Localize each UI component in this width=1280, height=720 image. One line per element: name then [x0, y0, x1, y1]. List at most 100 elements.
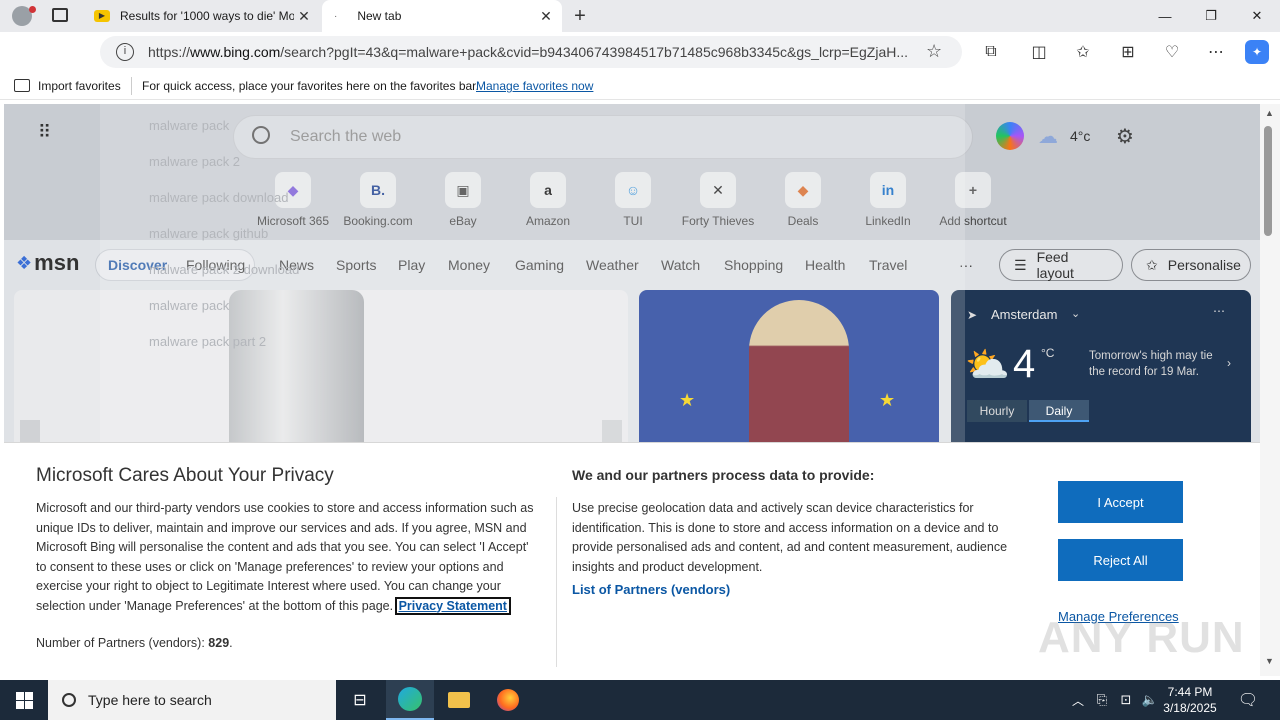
more-menu-icon[interactable]: ⋯ — [1204, 40, 1228, 64]
loading-icon: · — [334, 10, 338, 22]
personalise-button[interactable]: ✩ Personalise — [1131, 249, 1251, 281]
tab-daily[interactable]: Daily — [1029, 400, 1089, 422]
edge-taskbar-icon[interactable] — [386, 680, 434, 720]
feed-layout-button[interactable]: ☰ Feed layout — [999, 249, 1123, 281]
ghost-suggestion: malware pack github — [149, 226, 269, 241]
tab-title: New tab — [357, 9, 402, 23]
info-icon[interactable]: i — [116, 43, 134, 61]
weather-card[interactable]: ➤ Amsterdam ⌄ ⋯ ⛅ 4 °C Tomorrow's high m… — [951, 290, 1251, 450]
collections-icon[interactable]: ⊞ — [1116, 40, 1140, 64]
volume-icon[interactable]: 🔈 — [1138, 680, 1162, 720]
privacy-consent-panel: Microsoft Cares About Your Privacy Micro… — [4, 442, 1260, 676]
tab-new-tab[interactable]: · New tab ✕ — [322, 0, 562, 32]
data-purposes-title: We and our partners process data to prov… — [572, 467, 875, 483]
app-launcher-icon[interactable]: ⠿ — [38, 123, 58, 148]
minimize-icon[interactable]: — — [1142, 0, 1188, 32]
location-arrow-icon: ➤ — [967, 308, 978, 322]
favorite-star-icon[interactable]: ☆ — [926, 41, 942, 62]
tray-device-icon[interactable]: ⎘ — [1090, 680, 1114, 720]
tab-actions-icon[interactable] — [52, 8, 68, 22]
favorites-bar: Import favorites For quick access, place… — [0, 72, 1280, 100]
favorites-hint: For quick access, place your favorites h… — [142, 79, 479, 93]
task-view-icon[interactable]: ⊟ — [336, 680, 384, 720]
privacy-title: Microsoft Cares About Your Privacy — [36, 465, 334, 486]
weather-temp: 4 — [1013, 342, 1036, 386]
list-of-partners-link[interactable]: List of Partners (vendors) — [572, 582, 730, 597]
clock-time: 7:44 PM — [1167, 685, 1213, 699]
weather-unit: °C — [1041, 346, 1055, 360]
privacy-body: Microsoft and our third-party vendors us… — [36, 499, 541, 616]
close-window-icon[interactable]: ✕ — [1234, 0, 1280, 32]
clock-date: 3/18/2025 — [1163, 701, 1217, 715]
panel-divider — [556, 497, 557, 667]
close-tab-icon[interactable]: ✕ — [294, 8, 314, 25]
taskbar-search-input[interactable]: Type here to search — [88, 692, 212, 708]
feed-layout-label: Feed layout — [1036, 249, 1074, 281]
windows-start-icon[interactable] — [0, 680, 48, 720]
privacy-statement-link[interactable]: Privacy Statement — [394, 596, 511, 615]
partners-count-line: Number of Partners (vendors): 829. — [36, 636, 233, 650]
taskbar-search-box[interactable]: Type here to search — [48, 680, 336, 720]
weather-city[interactable]: Amsterdam — [991, 307, 1057, 322]
copilot-icon[interactable] — [996, 122, 1024, 150]
file-explorer-icon[interactable] — [435, 680, 483, 720]
tray-chevron-icon[interactable]: ︿ — [1066, 680, 1090, 720]
accept-button[interactable]: I Accept — [1058, 481, 1183, 523]
import-favorites-button[interactable]: Import favorites — [38, 79, 121, 93]
msn-logo[interactable]: ❖ msn — [16, 250, 79, 276]
search-icon — [62, 693, 76, 707]
anyrun-watermark: ANY RUN — [1038, 613, 1245, 662]
ghost-suggestion: malware pack 2 download — [149, 262, 300, 277]
privacy-text: Microsoft and our third-party vendors us… — [36, 501, 534, 613]
chevron-right-icon[interactable]: › — [1227, 356, 1231, 370]
reject-all-button[interactable]: Reject All — [1058, 539, 1183, 581]
scroll-down-icon[interactable]: ▼ — [1265, 656, 1274, 666]
favbar-divider — [131, 77, 132, 95]
address-bar[interactable]: i https://www.bing.com/search?pgIt=43&q=… — [100, 36, 962, 68]
weather-note[interactable]: Tomorrow's high may tie the record for 1… — [1089, 348, 1221, 380]
weather-more-icon[interactable]: ⋯ — [1213, 304, 1225, 318]
partly-cloudy-icon: ⛅ — [965, 344, 1010, 385]
weather-cloud-icon[interactable]: ☁ — [1038, 124, 1058, 149]
manage-favorites-link[interactable]: Manage favorites now — [476, 79, 593, 93]
ghost-suggestion: malware pack 2 — [149, 154, 241, 169]
copilot-icon[interactable]: ✦ — [1245, 40, 1269, 64]
url-text[interactable]: https://www.bing.com/search?pgIt=43&q=ma… — [148, 44, 928, 60]
url-scheme: https:// — [148, 44, 191, 60]
scroll-thumb[interactable] — [1264, 126, 1272, 236]
ghost-suggestion: malware pack — [149, 298, 230, 313]
data-purposes-body: Use precise geolocation data and activel… — [572, 501, 1008, 574]
close-tab-icon[interactable]: ✕ — [536, 8, 556, 25]
header-temperature[interactable]: 4°c — [1070, 128, 1090, 144]
page-scrollbar[interactable]: ▲ ▼ — [1260, 104, 1280, 676]
msn-wordmark: msn — [34, 250, 80, 275]
settings-gear-icon[interactable]: ⚙ — [1116, 124, 1134, 149]
feed-layout-icon: ☰ — [1014, 256, 1027, 273]
new-tab-icon[interactable]: + — [568, 4, 592, 28]
split-screen-icon[interactable]: ◫ — [1027, 40, 1051, 64]
url-host: www.bing.com — [190, 44, 281, 60]
restore-icon[interactable]: ❐ — [1188, 0, 1234, 32]
firefox-icon[interactable] — [484, 680, 532, 720]
carousel-prev-icon[interactable] — [20, 420, 40, 444]
personalise-label: Personalise — [1167, 257, 1241, 273]
taskbar-clock[interactable]: 7:44 PM 3/18/2025 — [1160, 684, 1220, 716]
chevron-down-icon[interactable]: ⌄ — [1071, 307, 1080, 320]
extensions-icon[interactable]: ⧉ — [979, 40, 1003, 64]
title-bar: ▶ Results for '1000 ways to die' Mo ✕ · … — [0, 0, 1280, 32]
scroll-up-icon[interactable]: ▲ — [1265, 108, 1274, 118]
msn-butterfly-icon: ❖ — [16, 252, 33, 273]
partners-label: Number of Partners (vendors): — [36, 636, 205, 650]
performance-icon[interactable]: ♡ — [1160, 40, 1184, 64]
ghost-suggestion: malware pack download — [149, 190, 289, 205]
ghost-suggestion: malware pack part 2 — [149, 334, 267, 349]
url-path: /search?pgIt=43&q=malware+pack&cvid=b943… — [280, 44, 909, 60]
notifications-icon[interactable]: 🗨 — [1228, 680, 1268, 720]
tab-title: Results for '1000 ways to die' Mo — [120, 9, 294, 23]
tab-bing-results[interactable]: ▶ Results for '1000 ways to die' Mo ✕ — [84, 0, 320, 32]
favorites-icon[interactable]: ✩ — [1071, 40, 1095, 64]
import-favorites-icon[interactable] — [14, 79, 30, 92]
tab-hourly[interactable]: Hourly — [967, 400, 1027, 422]
network-icon[interactable]: ⊡ — [1114, 680, 1138, 720]
partners-count: 829 — [208, 636, 230, 650]
